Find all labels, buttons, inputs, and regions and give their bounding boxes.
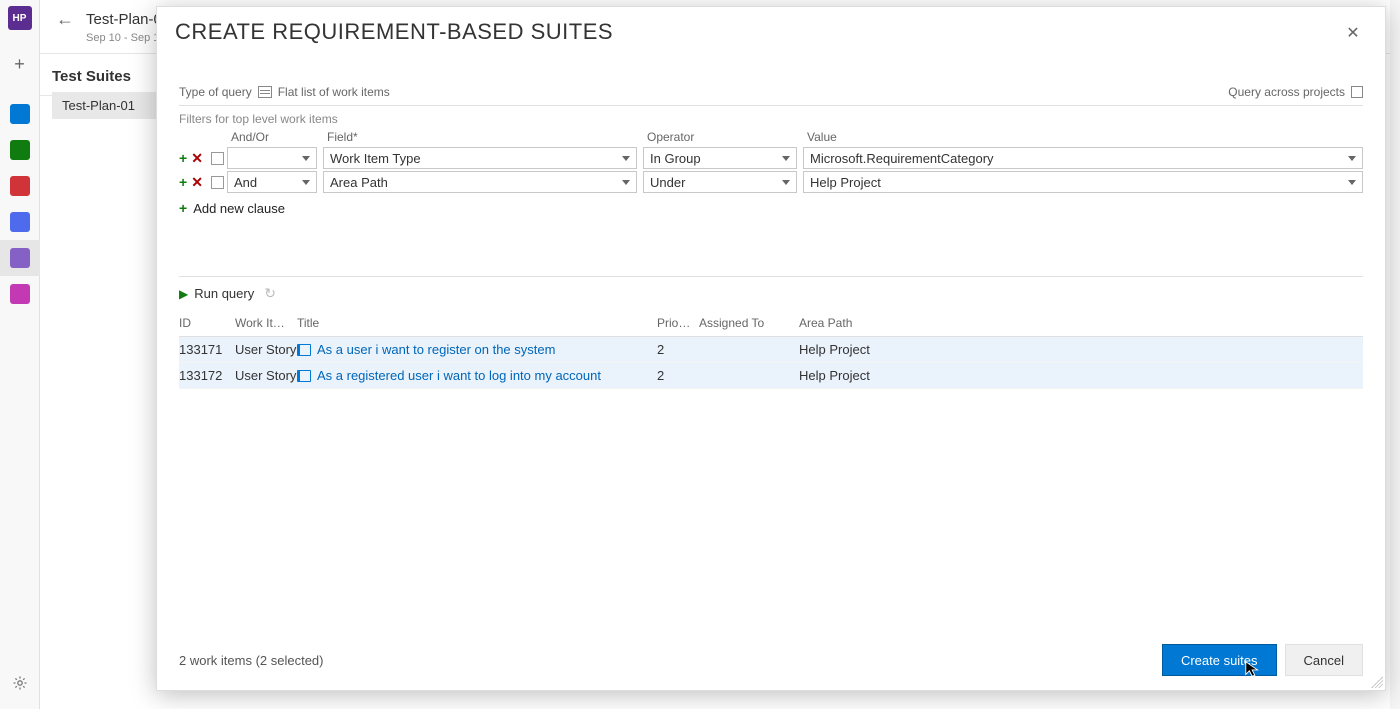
cell-assigned	[699, 368, 799, 383]
cell-wit: User Story	[235, 342, 297, 357]
cell-priority: 2	[657, 368, 699, 383]
cell-area: Help Project	[799, 368, 1363, 383]
nav-pipelines-icon[interactable]	[0, 204, 40, 240]
add-row-icon[interactable]: +	[179, 150, 187, 166]
plus-icon: +	[179, 200, 187, 216]
add-clause-label: Add new clause	[193, 201, 285, 216]
col-value: Value	[803, 130, 1363, 144]
delete-row-icon[interactable]: ✕	[191, 150, 203, 167]
flat-list-icon[interactable]	[258, 86, 272, 98]
nav-artifacts-icon[interactable]	[0, 276, 40, 312]
result-row[interactable]: 133172 User Story As a registered user i…	[179, 363, 1363, 389]
right-edge	[1390, 0, 1400, 709]
filter-columns-header: And/Or Field* Operator Value	[179, 130, 1363, 146]
value-input[interactable]: Microsoft.RequirementCategory	[803, 147, 1363, 169]
left-nav-rail: HP +	[0, 0, 40, 709]
create-suites-dialog: CREATE REQUIREMENT-BASED SUITES ✕ Type o…	[156, 6, 1386, 691]
workitem-icon	[297, 344, 311, 356]
cell-wit: User Story	[235, 368, 297, 383]
cell-area: Help Project	[799, 342, 1363, 357]
back-arrow-icon[interactable]: ←	[56, 9, 74, 30]
run-query-label: Run query	[194, 286, 254, 301]
add-clause-button[interactable]: + Add new clause	[179, 194, 1363, 222]
query-across-checkbox[interactable]	[1351, 86, 1363, 98]
result-row[interactable]: 133171 User Story As a user i want to re…	[179, 337, 1363, 363]
col-assigned: Assigned To	[699, 316, 799, 330]
nav-repos-icon[interactable]	[0, 168, 40, 204]
workitem-icon	[297, 370, 311, 382]
col-priority: Priority	[657, 316, 699, 330]
andor-select[interactable]	[227, 147, 317, 169]
col-field: Field*	[323, 130, 643, 144]
cell-id: 133171	[179, 342, 235, 357]
filters-heading: Filters for top level work items	[179, 106, 1363, 130]
cell-title-link[interactable]: As a registered user i want to log into …	[297, 368, 657, 383]
col-title: Title	[297, 316, 657, 330]
filter-row: + ✕ And Area Path Under Help Project	[179, 170, 1363, 194]
col-id: ID	[179, 316, 235, 330]
create-suites-button[interactable]: Create suites	[1162, 644, 1277, 676]
row-checkbox[interactable]	[211, 176, 224, 189]
refresh-icon: ↻	[264, 285, 276, 302]
resize-handle-icon[interactable]	[1371, 676, 1383, 688]
new-item-icon[interactable]: +	[0, 44, 40, 84]
value-input[interactable]: Help Project	[803, 171, 1363, 193]
andor-select[interactable]: And	[227, 171, 317, 193]
footer-status: 2 work items (2 selected)	[179, 653, 324, 668]
row-checkbox[interactable]	[211, 152, 224, 165]
col-areapath: Area Path	[799, 316, 1363, 330]
nav-overview-icon[interactable]	[0, 96, 40, 132]
nav-boards-icon[interactable]	[0, 132, 40, 168]
field-select[interactable]: Area Path	[323, 171, 637, 193]
delete-row-icon[interactable]: ✕	[191, 174, 203, 191]
project-badge[interactable]: HP	[8, 6, 32, 30]
query-type-label: Type of query	[179, 85, 252, 99]
col-workitemtype: Work Item...	[235, 316, 297, 330]
query-across-label: Query across projects	[1228, 85, 1345, 99]
query-type-value[interactable]: Flat list of work items	[278, 85, 390, 99]
nav-testplans-icon[interactable]	[0, 240, 40, 276]
col-operator: Operator	[643, 130, 803, 144]
operator-select[interactable]: Under	[643, 171, 797, 193]
filter-row: + ✕ Work Item Type In Group Microsoft.Re…	[179, 146, 1363, 170]
operator-select[interactable]: In Group	[643, 147, 797, 169]
cancel-button[interactable]: Cancel	[1285, 644, 1363, 676]
field-select[interactable]: Work Item Type	[323, 147, 637, 169]
cell-assigned	[699, 342, 799, 357]
cell-title-link[interactable]: As a user i want to register on the syst…	[297, 342, 657, 357]
add-row-icon[interactable]: +	[179, 174, 187, 190]
cell-id: 133172	[179, 368, 235, 383]
close-icon[interactable]: ✕	[1339, 19, 1367, 47]
settings-gear-icon[interactable]	[0, 675, 39, 691]
run-query-button[interactable]: ▶ Run query	[179, 286, 254, 301]
cell-priority: 2	[657, 342, 699, 357]
results-header: ID Work Item... Title Priority Assigned …	[179, 310, 1363, 337]
play-icon: ▶	[179, 287, 188, 301]
dialog-title: CREATE REQUIREMENT-BASED SUITES	[175, 19, 613, 45]
col-andor: And/Or	[227, 130, 323, 144]
